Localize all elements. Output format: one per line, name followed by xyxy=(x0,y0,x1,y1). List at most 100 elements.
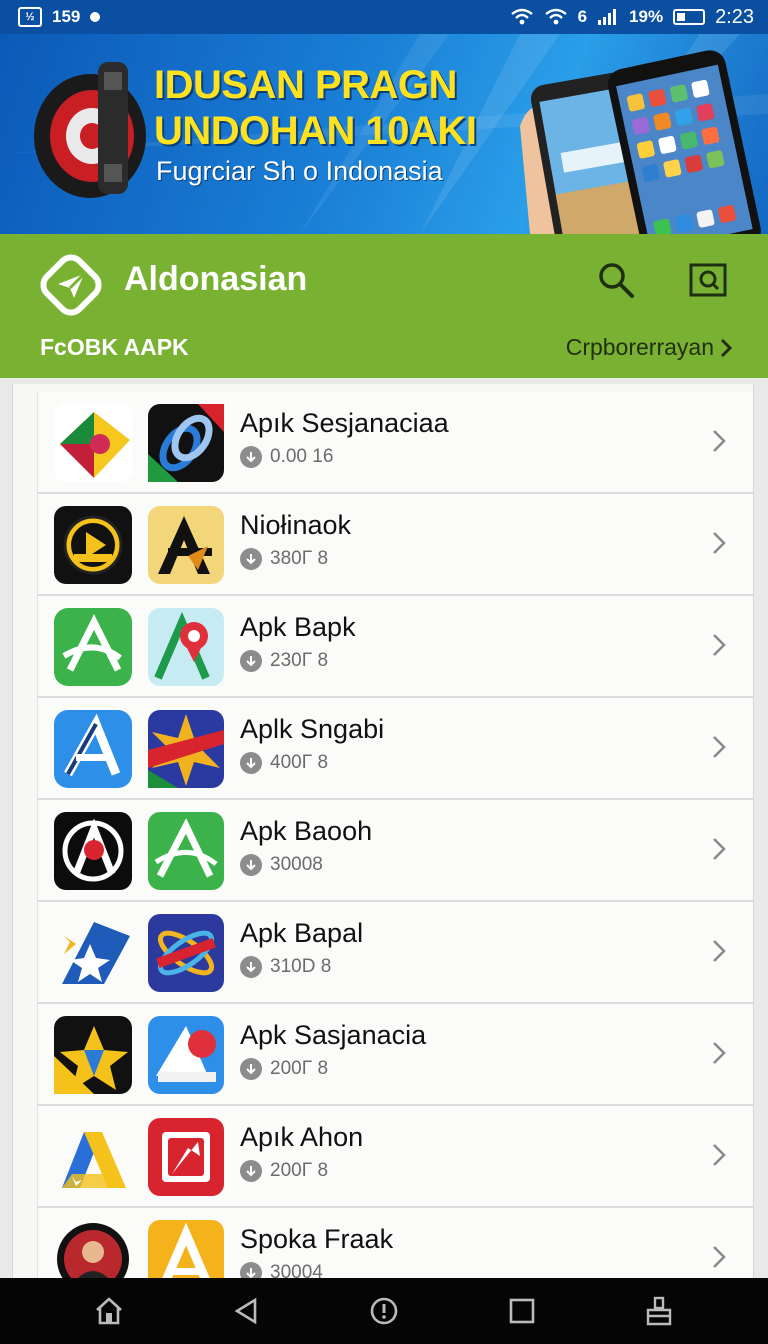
nav-back-button[interactable] xyxy=(226,1291,266,1331)
app-size: 30008 xyxy=(270,854,323,875)
app-size: 230Γ 8 xyxy=(270,650,329,671)
download-icon xyxy=(240,1160,262,1182)
section-label: FcOBK AAPK xyxy=(40,334,189,360)
app-list-item[interactable]: Niołinaok 380Γ 8 xyxy=(37,494,753,596)
app-name: Apık Sesjanaciaa xyxy=(240,408,449,438)
chevron-right-icon xyxy=(713,430,726,452)
play-badge-app-icon xyxy=(54,506,132,584)
app-meta: 30004 xyxy=(240,1262,323,1278)
app-name: Apk Bapal xyxy=(240,918,364,948)
app-list-item[interactable]: Apık Sesjanaciaa 0.00 16 xyxy=(37,392,753,494)
download-icon xyxy=(240,446,262,468)
app-list-item[interactable]: Apk Baooh 30008 xyxy=(37,800,753,902)
map-pin-a-app-icon xyxy=(148,608,224,686)
app-meta: 30008 xyxy=(240,854,323,876)
app-screen: ½ 159 6 19% 2:23 IDUSAN PRAGN UNDOHAN 10… xyxy=(0,0,768,1344)
search-icon xyxy=(599,263,634,298)
app-meta: 200Γ 8 xyxy=(240,1160,328,1182)
blue-paper-plane-app-icon xyxy=(148,1016,224,1094)
assistant-icon xyxy=(370,1297,398,1325)
app-name: Apk Baooh xyxy=(240,816,373,846)
app-size: 0.00 16 xyxy=(270,446,334,467)
nav-extra-button[interactable] xyxy=(639,1291,679,1331)
yellow-a-app-icon xyxy=(148,1220,224,1278)
app-meta: 310D 8 xyxy=(240,956,331,978)
wifi-icon-2 xyxy=(544,8,567,25)
app-list-item[interactable]: Aplk Sngabi 400Γ 8 xyxy=(37,698,753,800)
app-list-item[interactable]: Apık Ahon 200Γ 8 xyxy=(37,1106,753,1208)
clock: 2:23 xyxy=(715,5,754,28)
app-meta: 200Γ 8 xyxy=(240,1058,328,1080)
nav-assistant-button[interactable] xyxy=(364,1291,404,1331)
promo-banner[interactable]: IDUSAN PRAGN UNDOHAN 10AKI Fugrciar Sh o… xyxy=(0,34,768,234)
app-size: 200Γ 8 xyxy=(270,1160,329,1181)
app-name: Niołinaok xyxy=(240,510,352,540)
chevron-right-icon xyxy=(713,736,726,758)
app-list-item[interactable]: Apk Sasjanacia 200Γ 8 xyxy=(37,1004,753,1106)
battery-percent: 19% xyxy=(629,7,664,26)
blue-a-app-icon xyxy=(54,710,132,788)
app-list-item[interactable]: Spoka Fraak 30004 xyxy=(37,1208,753,1278)
battery-icon xyxy=(673,9,706,25)
banner-subtitle: Fugrciar Sh o Indonasia xyxy=(156,156,443,186)
app-name: Apık Ahon xyxy=(240,1122,364,1152)
chevron-right-icon xyxy=(713,838,726,860)
letter-a-yellow-app-icon xyxy=(148,506,224,584)
kite-app-icon xyxy=(54,404,132,482)
download-icon xyxy=(240,956,262,978)
app-list: Apık Sesjanaciaa 0.00 16 Niołinaok 380Γ … xyxy=(37,392,753,1278)
download-icon xyxy=(240,854,262,876)
green-a-outline-app-icon xyxy=(148,812,224,890)
status-dot-icon xyxy=(90,12,101,22)
yellow-star-app-icon xyxy=(54,1016,132,1094)
app-size: 400Γ 8 xyxy=(270,752,329,773)
portrait-seal-app-icon xyxy=(54,1220,132,1278)
green-a-app-icon xyxy=(54,608,132,686)
banner-title: IDUSAN PRAGN UNDOHAN 10AKI xyxy=(154,62,477,154)
signal-icon xyxy=(598,9,617,25)
app-size: 310D 8 xyxy=(270,956,332,977)
app-list-container[interactable]: Apık Sesjanaciaa 0.00 16 Niołinaok 380Γ … xyxy=(12,384,754,1278)
chevron-right-icon xyxy=(713,1144,726,1166)
app-name: Apk Bapk xyxy=(240,612,356,642)
scan-icon xyxy=(689,263,727,297)
chevron-right-icon xyxy=(720,338,732,357)
blue-star-app-icon xyxy=(54,914,132,992)
drive-triangle-app-icon xyxy=(54,1118,132,1196)
chevron-right-icon xyxy=(713,1246,726,1268)
app-size: 30004 xyxy=(270,1262,323,1278)
phones-image xyxy=(520,50,761,234)
status-bar-left: ½ 159 xyxy=(18,7,101,27)
see-more-label: Crpborerrayan xyxy=(565,334,714,360)
download-tray-icon xyxy=(646,1296,672,1326)
app-name: Apk Sasjanacia xyxy=(240,1020,427,1050)
nav-recents-button[interactable] xyxy=(502,1291,542,1331)
app-header: Aldonasian FcOBK AAPK Crpborerrayan xyxy=(0,234,768,378)
app-meta: 230Γ 8 xyxy=(240,650,328,672)
product-speaker-image xyxy=(34,62,146,198)
app-list-item[interactable]: Apk Bapal 310D 8 xyxy=(37,902,753,1004)
chain-link-app-icon xyxy=(148,404,224,482)
app-list-item[interactable]: Apk Bapk 230Γ 8 xyxy=(37,596,753,698)
download-icon xyxy=(240,650,262,672)
wifi-icon xyxy=(510,8,533,25)
burst-sticker-app-icon xyxy=(148,710,224,788)
chevron-right-icon xyxy=(713,1042,726,1064)
scan-button[interactable] xyxy=(684,256,732,304)
app-name: Aplk Sngabi xyxy=(240,714,385,744)
recents-icon xyxy=(509,1298,534,1324)
back-icon xyxy=(234,1297,257,1325)
search-button[interactable] xyxy=(592,256,640,304)
download-icon xyxy=(240,548,262,570)
nav-home-button[interactable] xyxy=(89,1291,129,1331)
notification-icon: ½ xyxy=(18,7,42,27)
app-size: 380Γ 8 xyxy=(270,548,329,569)
app-title: Aldonasian xyxy=(124,260,308,298)
status-bar: ½ 159 6 19% 2:23 xyxy=(0,0,768,34)
app-meta: 400Γ 8 xyxy=(240,752,328,774)
system-nav-bar xyxy=(0,1278,768,1344)
download-icon xyxy=(240,752,262,774)
atom-blue-app-icon xyxy=(148,914,224,992)
see-more-link[interactable]: Crpborerrayan xyxy=(566,334,732,361)
circle-a-dark-app-icon xyxy=(54,812,132,890)
